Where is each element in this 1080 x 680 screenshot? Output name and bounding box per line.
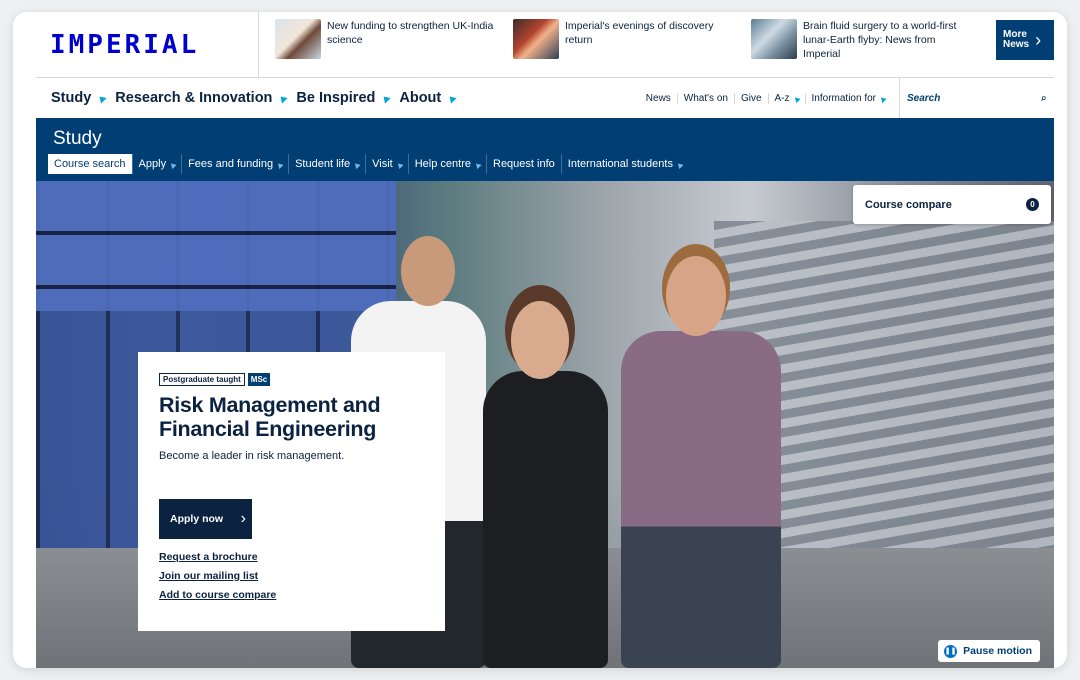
nav-label: About <box>399 90 442 106</box>
more-news-label-line2: News <box>1003 39 1030 50</box>
expand-triangle-icon <box>168 160 177 169</box>
expand-triangle-icon <box>395 160 404 169</box>
subnav-label: International students <box>567 158 673 170</box>
section-title: Study <box>53 128 102 149</box>
news-bar: IMPERIAL New funding to strengthen UK-In… <box>36 12 1054 77</box>
nav-item-about[interactable]: About <box>399 90 457 106</box>
news-headline: Imperial's evenings of discovery return <box>565 20 714 46</box>
primary-nav: Study Research & Innovation Be Inspired … <box>36 90 457 106</box>
subnav-label: Apply <box>138 158 167 170</box>
course-award-tag: MSc <box>247 373 271 386</box>
nav-item-be-inspired[interactable]: Be Inspired <box>296 90 392 106</box>
course-level-tag: Postgraduate taught <box>159 373 245 386</box>
more-news-button[interactable]: More News › <box>996 20 1054 60</box>
utility-link-whats-on[interactable]: What's on <box>676 92 734 104</box>
apply-now-label: Apply now <box>170 513 224 525</box>
imperial-logo[interactable]: IMPERIAL <box>36 12 259 77</box>
subnav-visit[interactable]: Visit <box>365 154 408 174</box>
subnav-international-students[interactable]: International students <box>560 154 688 174</box>
news-item-3[interactable]: Brain fluid surgery to a world-first lun… <box>735 12 973 77</box>
news-headline: Brain fluid surgery to a world-first lun… <box>803 20 957 60</box>
utility-link-news[interactable]: News <box>640 93 677 104</box>
course-tags: Postgraduate taught MSc <box>159 373 424 386</box>
pause-icon: ❚❚ <box>944 644 958 658</box>
utility-nav: News What's on Give A-z Information for <box>640 78 1054 118</box>
search-input[interactable] <box>907 92 1041 104</box>
hero-photo-person <box>621 331 781 668</box>
hero-photo-glass <box>36 181 396 311</box>
subnav-apply[interactable]: Apply <box>131 154 182 174</box>
search-box <box>899 78 1054 118</box>
course-compare-button[interactable]: Course compare 0 <box>853 185 1051 224</box>
news-item-1[interactable]: New funding to strengthen UK-India scien… <box>259 12 497 77</box>
course-card: Postgraduate taught MSc Risk Management … <box>138 352 445 631</box>
hero-photo-person <box>483 371 608 668</box>
more-news-label: More News <box>1003 30 1029 50</box>
utility-label: A-z <box>774 92 790 104</box>
subnav-label: Visit <box>372 158 393 170</box>
expand-triangle-icon <box>97 93 107 104</box>
course-links: Request a brochure Join our mailing list… <box>159 551 424 601</box>
pause-motion-button[interactable]: ❚❚ Pause motion <box>938 640 1040 662</box>
subnav-label: Student life <box>295 158 351 170</box>
expand-triangle-icon <box>473 160 482 169</box>
browser-window: IMPERIAL New funding to strengthen UK-In… <box>13 12 1067 668</box>
course-subtitle: Become a leader in risk management. <box>159 450 345 462</box>
nav-label: Be Inspired <box>296 90 376 106</box>
utility-link-a-z[interactable]: A-z <box>767 92 805 104</box>
expand-triangle-icon <box>275 160 284 169</box>
chevron-right-icon: › <box>1035 30 1042 50</box>
add-to-compare-link[interactable]: Add to course compare <box>159 589 424 601</box>
main-navigation: Study Research & Innovation Be Inspired … <box>36 77 1054 118</box>
subnav-fees-and-funding[interactable]: Fees and funding <box>181 154 288 174</box>
hero-photo-person-head <box>666 256 726 336</box>
subnav-student-life[interactable]: Student life <box>288 154 365 174</box>
subnav-help-centre[interactable]: Help centre <box>407 154 486 174</box>
pause-motion-label: Pause motion <box>963 645 1032 657</box>
news-thumbnail <box>275 19 321 59</box>
news-item-2[interactable]: Imperial's evenings of discovery return <box>497 12 735 77</box>
utility-link-give[interactable]: Give <box>733 92 768 104</box>
expand-triangle-icon <box>878 94 887 103</box>
subnav-label: Fees and funding <box>188 158 274 170</box>
apply-now-button[interactable]: Apply now › <box>159 499 252 539</box>
utility-link-information-for[interactable]: Information for <box>804 92 891 104</box>
nav-label: Study <box>51 90 92 106</box>
subnav-course-search[interactable]: Course search <box>48 154 132 174</box>
expand-triangle-icon <box>792 94 801 103</box>
utility-label: Information for <box>811 92 876 104</box>
expand-triangle-icon <box>352 160 361 169</box>
subnav-label: Help centre <box>414 158 471 170</box>
news-thumbnail <box>513 19 559 59</box>
expand-triangle-icon <box>278 93 289 104</box>
expand-triangle-icon <box>675 160 684 169</box>
chevron-right-icon: › <box>240 510 246 527</box>
course-compare-count: 0 <box>1026 198 1039 211</box>
subnav-request-info[interactable]: Request info <box>486 154 561 174</box>
course-title: Risk Management and Financial Engineerin… <box>159 393 381 441</box>
hero-banner: Course compare 0 Postgraduate taught MSc… <box>36 181 1054 668</box>
request-brochure-link[interactable]: Request a brochure <box>159 551 424 563</box>
study-section-bar: Study Course search Apply Fees and fundi… <box>36 118 1054 181</box>
course-compare-label: Course compare <box>865 198 952 211</box>
search-icon[interactable] <box>1041 92 1046 105</box>
nav-label: Research & Innovation <box>115 90 273 106</box>
expand-triangle-icon <box>447 93 457 104</box>
hero-photo-person-head <box>401 236 455 306</box>
nav-item-study[interactable]: Study <box>51 90 107 106</box>
hero-photo-person-head <box>511 301 569 379</box>
mailing-list-link[interactable]: Join our mailing list <box>159 570 424 582</box>
news-items: New funding to strengthen UK-India scien… <box>259 12 1054 77</box>
expand-triangle-icon <box>381 93 392 104</box>
study-subnav: Course search Apply Fees and funding Stu… <box>48 154 688 174</box>
news-headline: New funding to strengthen UK-India scien… <box>327 20 494 46</box>
news-thumbnail <box>751 19 797 59</box>
nav-item-research-innovation[interactable]: Research & Innovation <box>115 90 289 106</box>
